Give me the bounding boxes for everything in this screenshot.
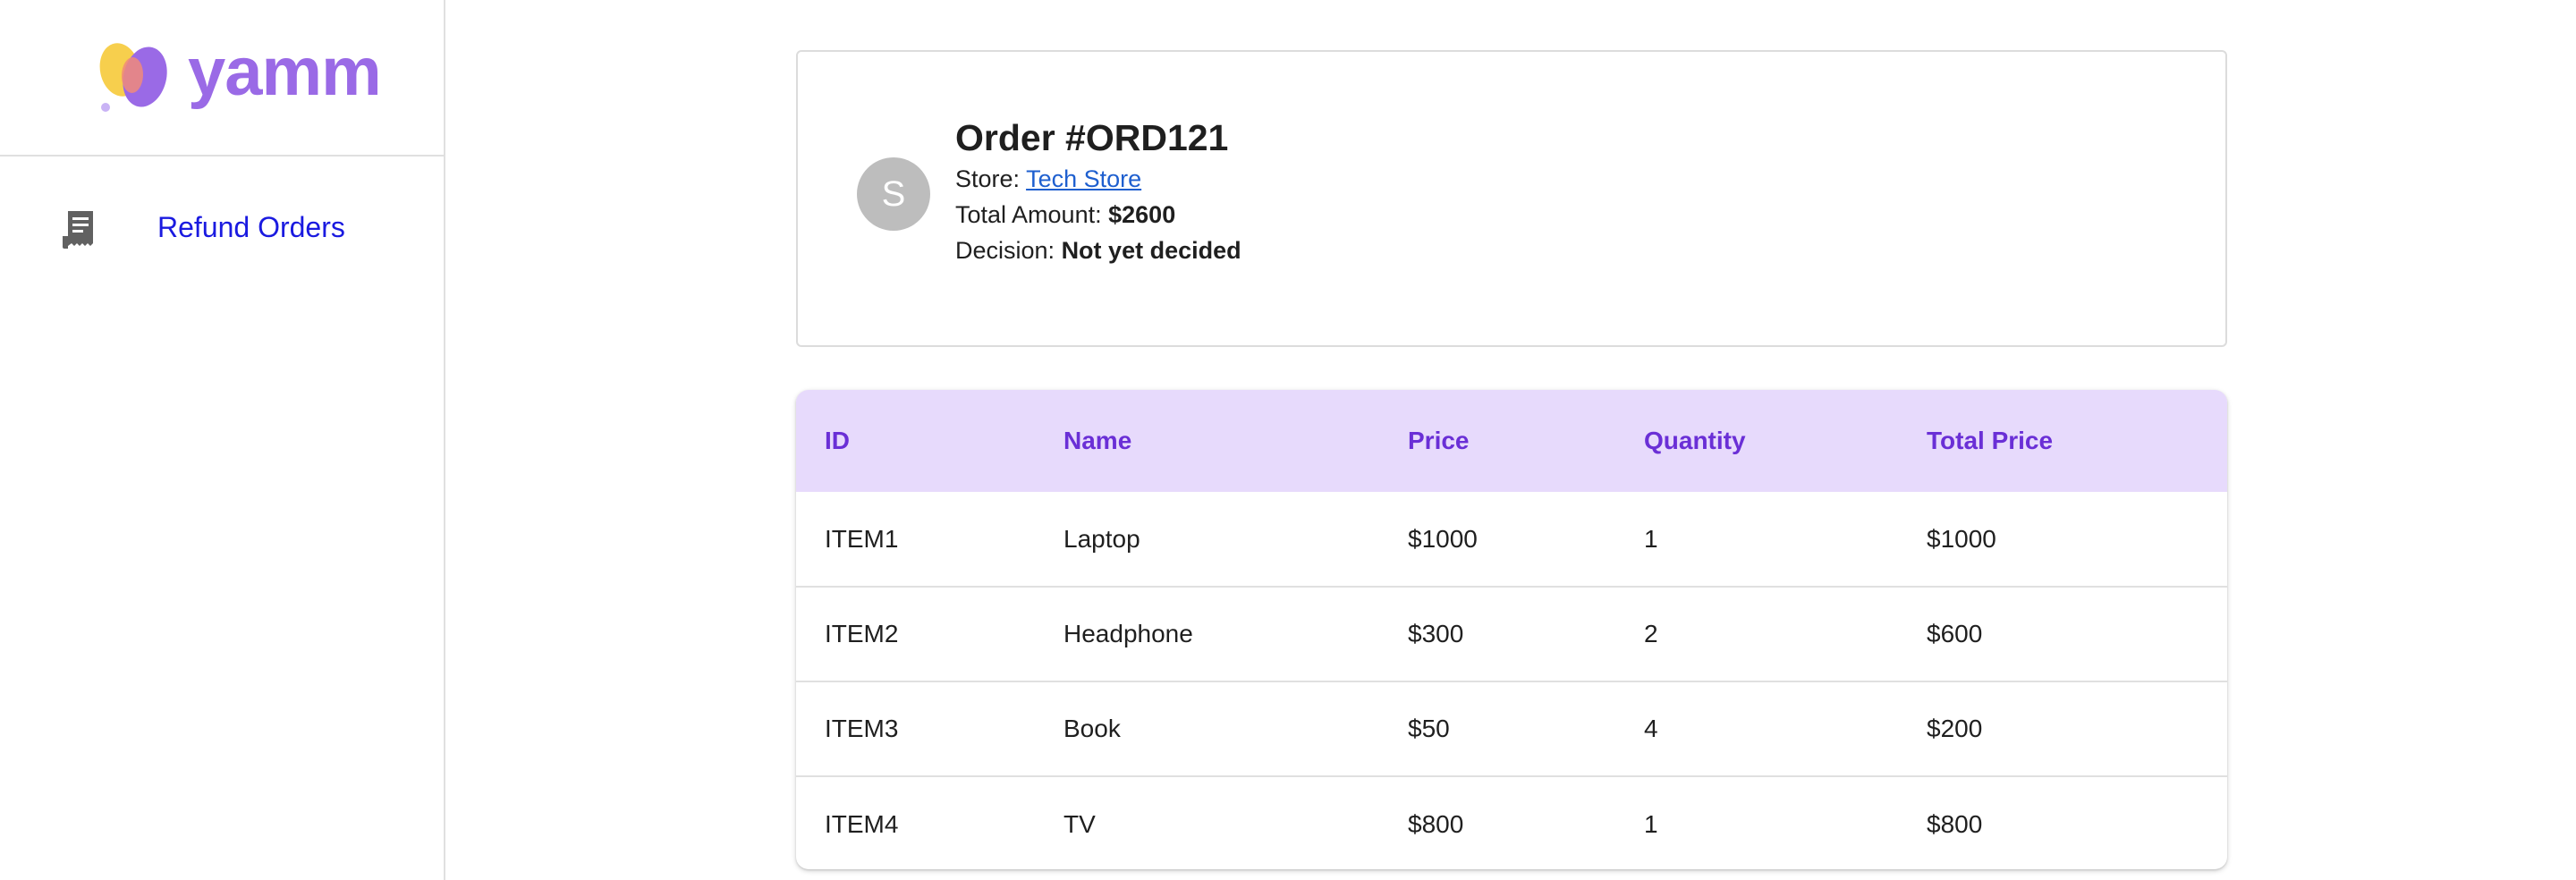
table-body: ITEM1 Laptop $1000 1 $1000 ITEM2 Headpho… — [796, 492, 2227, 869]
column-header-price[interactable]: Price — [1379, 390, 1615, 492]
sidebar-item-label: Refund Orders — [157, 211, 345, 243]
store-link[interactable]: Tech Store — [1026, 165, 1141, 192]
cell-quantity: 1 — [1644, 524, 1658, 553]
cell-quantity: 1 — [1644, 809, 1658, 838]
avatar: S — [857, 157, 930, 231]
table-row[interactable]: ITEM4 TV $800 1 $800 — [796, 776, 2227, 869]
column-header-quantity[interactable]: Quantity — [1615, 390, 1898, 492]
column-header-total-price[interactable]: Total Price — [1898, 390, 2227, 492]
cell-total-price: $600 — [1927, 620, 1983, 647]
cell-price: $800 — [1408, 809, 1464, 838]
store-label: Store: — [955, 165, 1021, 192]
app-root: yamm Refund Orders S Order #ORD121 Store… — [0, 0, 2576, 880]
cell-price: $1000 — [1408, 524, 1478, 553]
table-row[interactable]: ITEM1 Laptop $1000 1 $1000 — [796, 492, 2227, 587]
decision-label: Decision: — [955, 237, 1055, 264]
cell-price: $300 — [1408, 620, 1464, 647]
items-table: ID Name Price Quantity Total Price ITEM1… — [796, 390, 2227, 869]
column-header-id[interactable]: ID — [796, 390, 1035, 492]
cell-total-price: $800 — [1927, 809, 1983, 838]
decision-line: Decision: Not yet decided — [955, 233, 1241, 268]
table-header: ID Name Price Quantity Total Price — [796, 390, 2227, 492]
total-amount-value: $2600 — [1108, 201, 1176, 228]
order-info: Order #ORD121 Store: Tech Store Total Am… — [955, 114, 1241, 268]
cell-quantity: 4 — [1644, 715, 1658, 742]
total-amount-line: Total Amount: $2600 — [955, 197, 1241, 233]
store-line: Store: Tech Store — [955, 161, 1241, 197]
sidebar-item-refund-orders[interactable]: Refund Orders — [0, 190, 444, 270]
order-title: Order #ORD121 — [955, 117, 1229, 158]
cell-total-price: $1000 — [1927, 524, 1996, 553]
brand-logo[interactable]: yamm — [0, 0, 444, 157]
table-header-row: ID Name Price Quantity Total Price — [796, 390, 2227, 492]
sidebar: yamm Refund Orders — [0, 0, 445, 880]
order-items-table: ID Name Price Quantity Total Price ITEM1… — [796, 390, 2227, 869]
cell-name: Laptop — [1063, 524, 1140, 553]
cell-total-price: $200 — [1927, 715, 1983, 742]
column-header-name[interactable]: Name — [1035, 390, 1379, 492]
decision-value: Not yet decided — [1061, 237, 1241, 264]
cell-name: Headphone — [1063, 620, 1193, 647]
total-amount-label: Total Amount: — [955, 201, 1102, 228]
table-row[interactable]: ITEM3 Book $50 4 $200 — [796, 681, 2227, 776]
cell-quantity: 2 — [1644, 620, 1658, 647]
cell-id: ITEM1 — [825, 524, 899, 553]
cell-id: ITEM3 — [825, 715, 899, 742]
cell-name: TV — [1063, 809, 1096, 838]
brand-name: yamm — [188, 33, 382, 110]
cell-price: $50 — [1408, 715, 1450, 742]
cell-id: ITEM4 — [825, 809, 899, 838]
cell-id: ITEM2 — [825, 620, 899, 647]
receipt-icon — [63, 211, 93, 249]
cell-name: Book — [1063, 715, 1121, 742]
yamm-logo-icon — [99, 42, 167, 112]
table-row[interactable]: ITEM2 Headphone $300 2 $600 — [796, 587, 2227, 681]
order-summary-card: S Order #ORD121 Store: Tech Store Total … — [796, 50, 2227, 347]
